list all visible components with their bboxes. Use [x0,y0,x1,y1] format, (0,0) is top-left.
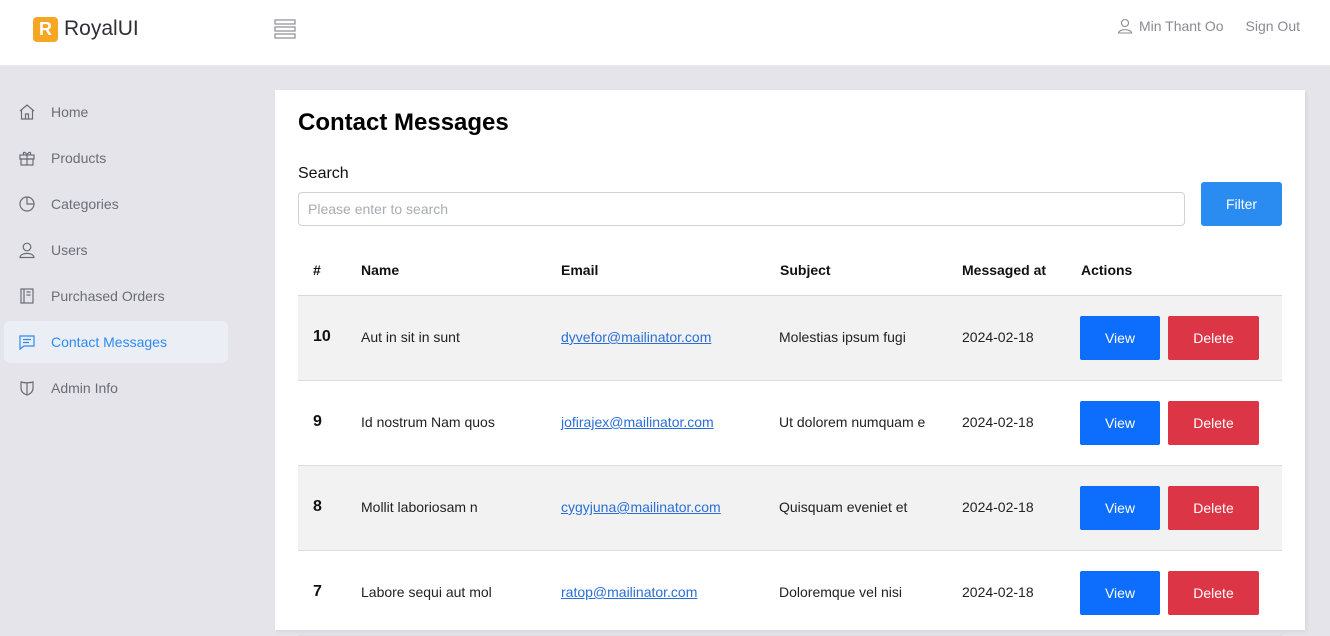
message-icon [18,333,36,351]
messages-table: # Name Email Subject Messaged at Actions… [298,248,1282,636]
row-id: 7 [313,583,322,600]
sidebar-item-label: Users [51,242,88,258]
brand-name: RoyalUI [64,17,139,40]
gift-icon [18,149,36,167]
sidebar-item-purchased-orders[interactable]: Purchased Orders [4,275,228,317]
delete-button[interactable]: Delete [1168,316,1259,360]
view-button[interactable]: View [1080,486,1160,530]
row-email-link[interactable]: dyvefor@mailinator.com [561,329,711,345]
row-subject: Molestias ipsum fugi [779,329,906,345]
delete-button[interactable]: Delete [1168,401,1259,445]
table-row: 10 Aut in sit in sunt dyvefor@mailinator… [298,296,1282,381]
top-navbar: R RoyalUI Min Thant Oo Sign Out [0,0,1330,66]
row-email-link[interactable]: jofirajex@mailinator.com [561,414,714,430]
sidebar-item-label: Categories [51,196,119,212]
column-header-email: Email [561,262,599,278]
table-header: # Name Email Subject Messaged at Actions [298,248,1282,296]
row-id: 8 [313,498,322,515]
user-icon [18,241,36,259]
sidebar-item-admin-info[interactable]: Admin Info [4,367,228,409]
user-menu: Min Thant Oo Sign Out [1117,16,1300,36]
pie-chart-icon [18,195,36,213]
home-icon [18,103,36,121]
row-date: 2024-02-18 [962,499,1034,515]
search-input[interactable] [298,192,1185,226]
sidebar-item-products[interactable]: Products [4,137,228,179]
column-header-name: Name [361,262,400,278]
column-header-number: # [313,262,321,278]
row-email-link[interactable]: ratop@mailinator.com [561,584,697,600]
content-card: Contact Messages Search Filter # Name Em… [275,90,1305,636]
row-name: Id nostrum Nam quos [361,414,495,430]
column-header-actions: Actions [1081,262,1133,278]
book-icon [18,287,36,305]
shield-icon [18,379,36,397]
view-button[interactable]: View [1080,571,1160,615]
sidebar-item-users[interactable]: Users [4,229,228,271]
sign-out-link[interactable]: Sign Out [1246,18,1300,34]
sidebar-item-label: Purchased Orders [51,288,165,304]
sidebar-item-label: Home [51,104,89,120]
row-name: Aut in sit in sunt [361,329,460,345]
sidebar-item-contact-messages[interactable]: Contact Messages [4,321,228,363]
sidebar: Home Products Categories Users Purchased… [0,91,240,413]
row-subject: Ut dolorem numquam e [779,414,926,430]
delete-button[interactable]: Delete [1168,486,1259,530]
row-date: 2024-02-18 [962,414,1034,430]
view-button[interactable]: View [1080,316,1160,360]
sidebar-item-home[interactable]: Home [4,91,228,133]
row-name: Mollit laboriosam n [361,499,478,515]
sidebar-item-categories[interactable]: Categories [4,183,228,225]
sidebar-item-label: Contact Messages [51,334,167,350]
row-subject: Quisquam eveniet et [779,499,908,515]
user-name[interactable]: Min Thant Oo [1139,18,1224,34]
row-email-link[interactable]: cygyjuna@mailinator.com [561,499,721,515]
page-title: Contact Messages [298,109,509,136]
brand-logo-icon: R [33,16,58,42]
delete-button[interactable]: Delete [1168,571,1259,615]
column-header-subject: Subject [780,262,831,278]
table-row: 9 Id nostrum Nam quos jofirajex@mailinat… [298,381,1282,466]
row-subject: Doloremque vel nisi [779,584,902,600]
filter-button[interactable]: Filter [1201,182,1282,226]
brand[interactable]: R RoyalUI [33,15,139,43]
column-header-messaged-at: Messaged at [962,262,1047,278]
row-id: 10 [313,328,331,345]
hamburger-icon[interactable] [274,18,296,40]
table-row: 7 Labore sequi aut mol ratop@mailinator.… [298,551,1282,636]
user-outline-icon [1117,18,1133,34]
sidebar-item-label: Admin Info [51,380,118,396]
view-button[interactable]: View [1080,401,1160,445]
row-date: 2024-02-18 [962,584,1034,600]
sidebar-item-label: Products [51,150,107,166]
table-row: 8 Mollit laboriosam n cygyjuna@mailinato… [298,466,1282,551]
search-label: Search [298,165,349,182]
row-date: 2024-02-18 [962,329,1034,345]
row-id: 9 [313,413,322,430]
row-name: Labore sequi aut mol [361,584,492,600]
